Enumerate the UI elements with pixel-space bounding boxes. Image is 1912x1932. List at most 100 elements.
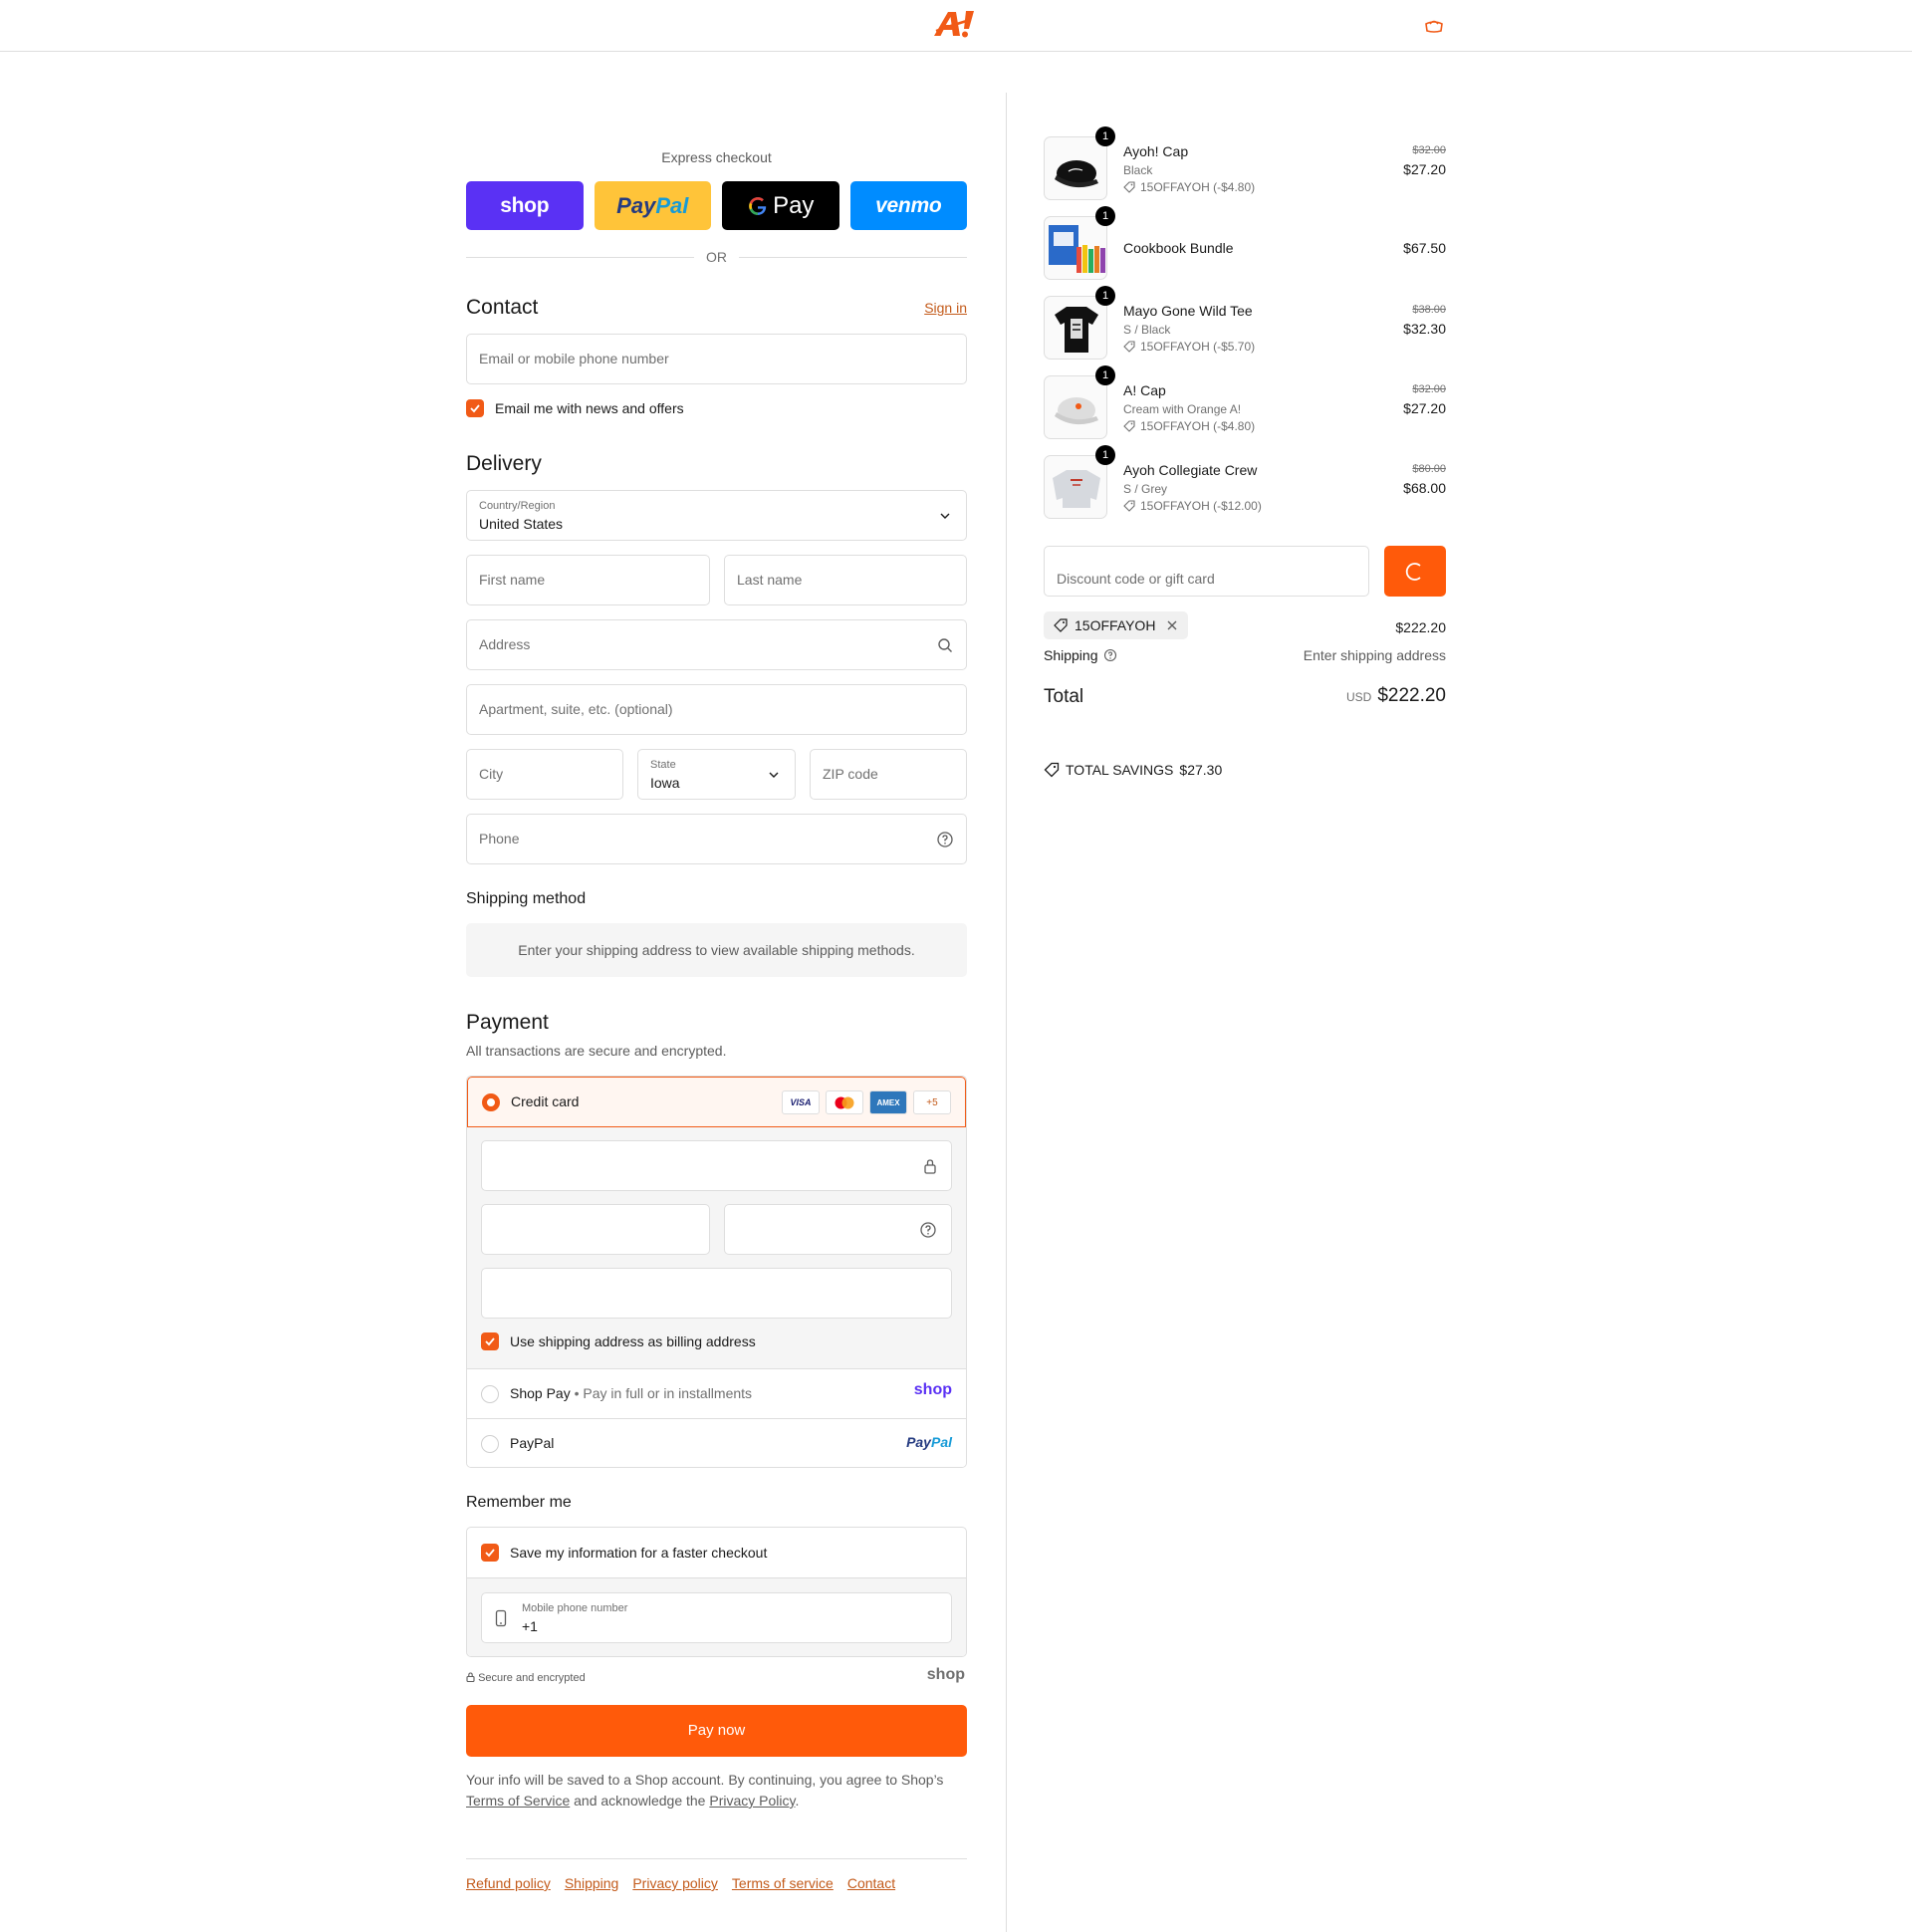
card-number-field[interactable] xyxy=(481,1140,952,1191)
close-icon[interactable] xyxy=(1166,619,1178,631)
tag-icon xyxy=(1123,181,1135,193)
privacy-policy-footer-link[interactable]: Privacy policy xyxy=(632,1875,718,1891)
item-original-price: $38.00 xyxy=(1412,304,1446,316)
last-name-field[interactable]: Last name xyxy=(724,555,967,605)
venmo-logo: venmo xyxy=(875,193,942,217)
tag-icon xyxy=(1123,420,1135,432)
brand-logo[interactable] xyxy=(930,8,982,40)
shop-pay-label: Shop Pay xyxy=(510,1385,571,1401)
quantity-badge: 1 xyxy=(1095,126,1115,146)
order-item: 1 Cookbook Bundle $67.50 xyxy=(1044,206,1446,282)
item-price: $27.20 xyxy=(1403,161,1446,177)
shop-pay-logo: shop xyxy=(913,1381,952,1398)
credit-card-option[interactable]: Credit card VISA AMEX +5 xyxy=(467,1077,966,1127)
item-variant: Cream with Orange A! xyxy=(1123,402,1242,416)
sign-in-link[interactable]: Sign in xyxy=(924,300,967,316)
news-offers-label: Email me with news and offers xyxy=(495,400,684,416)
shipping-row-label: Shipping xyxy=(1044,647,1117,663)
mobile-phone-field[interactable]: Mobile phone number +1 xyxy=(481,1592,952,1643)
tag-icon xyxy=(1044,762,1060,778)
paypal-option[interactable]: PayPal PayPal xyxy=(467,1418,966,1467)
card-logos: VISA AMEX +5 xyxy=(782,1090,951,1114)
news-offers-checkbox[interactable] xyxy=(466,399,484,417)
column-divider xyxy=(1006,93,1007,1932)
item-name: Ayoh Collegiate Crew xyxy=(1123,462,1258,478)
billing-same-checkbox[interactable] xyxy=(481,1332,499,1350)
help-icon[interactable] xyxy=(936,831,954,848)
more-cards-badge: +5 xyxy=(913,1090,951,1114)
discount-code-placeholder: Discount code or gift card xyxy=(1057,571,1215,587)
country-value: United States xyxy=(479,516,564,532)
quantity-badge: 1 xyxy=(1095,445,1115,465)
subtotal-value: $222.20 xyxy=(1395,619,1446,635)
zip-field[interactable]: ZIP code xyxy=(810,749,967,800)
expiry-field[interactable] xyxy=(481,1204,710,1255)
address-field[interactable]: Address xyxy=(466,619,967,670)
shipping-value: Enter shipping address xyxy=(1303,647,1446,663)
product-image xyxy=(1044,375,1107,439)
order-item: 1 Ayoh Collegiate Crew S / Grey 15OFFAYO… xyxy=(1044,445,1446,521)
pay-now-button[interactable]: Pay now xyxy=(466,1705,967,1757)
item-name: Mayo Gone Wild Tee xyxy=(1123,303,1253,319)
secure-note: Secure and encrypted xyxy=(466,1672,586,1684)
credit-card-label: Credit card xyxy=(511,1093,580,1109)
currency-code: USD xyxy=(1345,690,1372,704)
tag-icon xyxy=(1054,618,1068,632)
applied-discount-code: 15OFFAYOH xyxy=(1075,617,1156,633)
contact-link[interactable]: Contact xyxy=(847,1875,895,1891)
total-savings-value: $27.30 xyxy=(1179,762,1223,778)
credit-card-radio[interactable] xyxy=(482,1093,500,1111)
save-info-label: Save my information for a faster checkou… xyxy=(510,1545,768,1561)
phone-field[interactable]: Phone xyxy=(466,814,967,864)
email-placeholder: Email or mobile phone number xyxy=(479,351,669,366)
total-savings-label: TOTAL SAVINGS xyxy=(1066,762,1174,778)
venmo-express-button[interactable]: venmo xyxy=(849,181,967,230)
google-pay-express-button[interactable]: Pay xyxy=(722,181,839,230)
item-price: $32.30 xyxy=(1403,321,1446,337)
terms-of-service-footer-link[interactable]: Terms of service xyxy=(732,1875,834,1891)
first-name-field[interactable]: First name xyxy=(466,555,710,605)
country-select[interactable]: Country/Region United States xyxy=(466,490,967,541)
item-price: $67.50 xyxy=(1403,240,1446,256)
order-item: 1 Ayoh! Cap Black 15OFFAYOH (-$4.80) $32… xyxy=(1044,126,1446,202)
item-discount: 15OFFAYOH (-$12.00) xyxy=(1123,499,1262,513)
apply-discount-button[interactable] xyxy=(1384,546,1446,597)
shop-pay-option[interactable]: Shop Pay • Pay in full or in installment… xyxy=(467,1368,966,1418)
discount-code-field[interactable]: Discount code or gift card xyxy=(1044,546,1369,597)
shop-pay-sublabel: Pay in full or in installments xyxy=(583,1385,753,1401)
visa-icon: VISA xyxy=(782,1090,820,1114)
apartment-field[interactable]: Apartment, suite, etc. (optional) xyxy=(466,684,967,735)
item-discount: 15OFFAYOH (-$4.80) xyxy=(1123,180,1255,194)
paypal-radio[interactable] xyxy=(481,1435,499,1453)
shipping-policy-link[interactable]: Shipping xyxy=(565,1875,619,1891)
amex-icon: AMEX xyxy=(869,1090,907,1114)
total-savings: TOTAL SAVINGS $27.30 xyxy=(1044,762,1222,778)
checkmark-icon xyxy=(470,404,480,413)
privacy-policy-link[interactable]: Privacy Policy xyxy=(709,1793,795,1809)
payment-methods: Credit card VISA AMEX +5 Use shipping ad… xyxy=(466,1076,967,1468)
payment-heading: Payment xyxy=(466,1011,549,1034)
shop-pay-express-button[interactable]: shop xyxy=(466,181,584,230)
total-label: Total xyxy=(1044,686,1084,707)
loading-spinner-icon xyxy=(1405,562,1421,581)
terms-of-service-link[interactable]: Terms of Service xyxy=(466,1793,570,1809)
state-select[interactable]: State Iowa xyxy=(637,749,796,800)
chevron-down-icon xyxy=(769,772,779,778)
item-name: Ayoh! Cap xyxy=(1123,143,1189,159)
security-code-field[interactable] xyxy=(724,1204,952,1255)
footer-divider xyxy=(466,1858,967,1859)
paypal-logo: PayPal xyxy=(906,1434,952,1450)
paypal-express-button[interactable]: PayPal xyxy=(594,181,711,230)
refund-policy-link[interactable]: Refund policy xyxy=(466,1875,551,1891)
save-info-checkbox[interactable] xyxy=(481,1544,499,1562)
shop-pay-radio[interactable] xyxy=(481,1385,499,1403)
mobile-phone-value: +1 xyxy=(522,1618,538,1634)
name-on-card-field[interactable] xyxy=(481,1268,952,1319)
shop-pay-logo: shop xyxy=(500,193,550,217)
cart-icon[interactable] xyxy=(1424,18,1444,34)
tag-icon xyxy=(1123,341,1135,353)
email-field[interactable]: Email or mobile phone number xyxy=(466,334,967,384)
city-field[interactable]: City xyxy=(466,749,623,800)
help-icon[interactable] xyxy=(1103,648,1117,662)
help-icon[interactable] xyxy=(919,1221,937,1239)
